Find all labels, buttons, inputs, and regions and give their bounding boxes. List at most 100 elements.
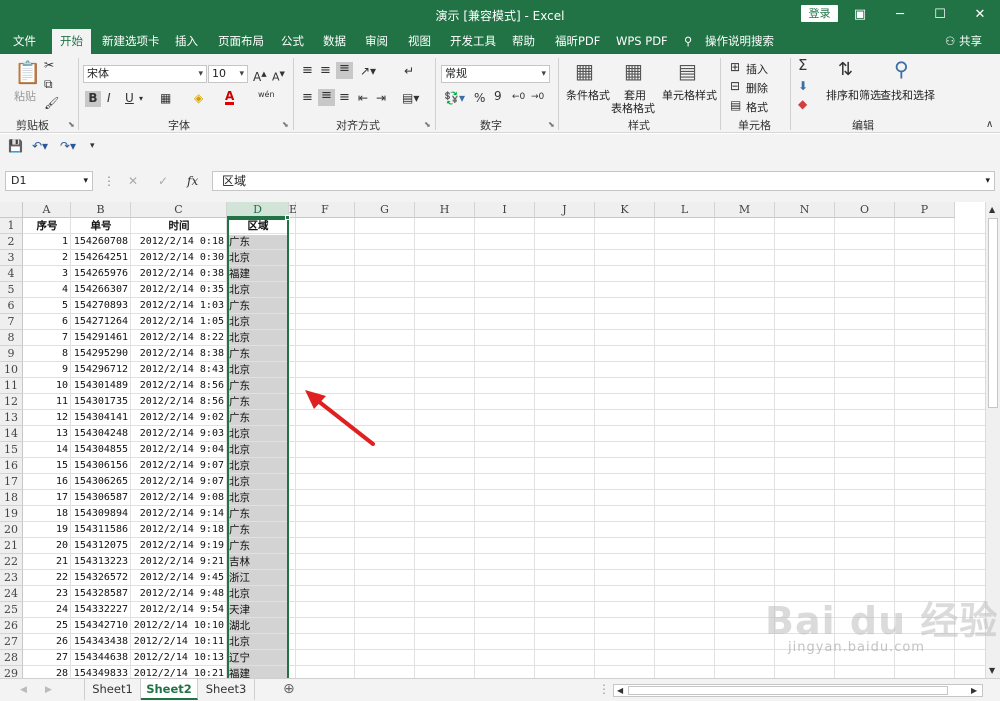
table-cell[interactable]: 2012/2/14 0:18	[131, 234, 227, 250]
table-cell[interactable]: 154342710	[71, 618, 131, 634]
font-launcher-icon[interactable]: ⬊	[282, 120, 289, 129]
insert-cells-button[interactable]: 插入	[746, 61, 768, 77]
row-header[interactable]: 18	[0, 490, 23, 506]
table-cell[interactable]: 23	[23, 586, 71, 602]
table-cell[interactable]: 2012/2/14 9:54	[131, 602, 227, 618]
table-cell[interactable]: 2012/2/14 1:05	[131, 314, 227, 330]
table-cell[interactable]: 21	[23, 554, 71, 570]
table-header-cell[interactable]: 单号	[71, 218, 131, 234]
table-cell[interactable]: 154311586	[71, 522, 131, 538]
find-select-icon[interactable]: ⚲	[894, 58, 909, 80]
row-header[interactable]: 19	[0, 506, 23, 522]
table-cell[interactable]: 22	[23, 570, 71, 586]
table-cell[interactable]: 2012/2/14 1:03	[131, 298, 227, 314]
row-header[interactable]: 15	[0, 442, 23, 458]
column-header-d[interactable]: D	[227, 202, 289, 218]
column-header-a[interactable]: A	[23, 202, 71, 218]
fill-icon[interactable]: ⬇	[798, 79, 808, 93]
row-header[interactable]: 14	[0, 426, 23, 442]
column-header-g[interactable]: G	[355, 202, 415, 218]
conditional-format-icon[interactable]: ▦	[575, 60, 594, 82]
scroll-down-icon[interactable]: ▼	[989, 664, 995, 678]
share-button[interactable]: ⚇ 共享	[945, 29, 982, 54]
merge-cells-icon[interactable]: ▤▾	[402, 91, 419, 105]
table-cell[interactable]: 154295290	[71, 346, 131, 362]
table-cell[interactable]: 26	[23, 634, 71, 650]
row-header[interactable]: 12	[0, 394, 23, 410]
table-cell[interactable]: 154343438	[71, 634, 131, 650]
scroll-up-icon[interactable]: ▲	[989, 203, 995, 217]
table-cell[interactable]: 154332227	[71, 602, 131, 618]
insert-function-icon[interactable]: fx	[187, 174, 198, 188]
table-cell[interactable]: 2012/2/14 8:43	[131, 362, 227, 378]
horizontal-scrollbar[interactable]: ◀ ▶	[613, 684, 983, 697]
cut-icon[interactable]: ✂	[44, 58, 54, 72]
cell-styles-button[interactable]: 单元格样式	[662, 87, 717, 103]
table-cell[interactable]: 5	[23, 298, 71, 314]
name-box[interactable]: D1 ▾	[5, 171, 93, 191]
row-header[interactable]: 13	[0, 410, 23, 426]
table-cell[interactable]: 2012/2/14 8:56	[131, 378, 227, 394]
table-cell[interactable]: 154260708	[71, 234, 131, 250]
table-cell[interactable]: 154270893	[71, 298, 131, 314]
horizontal-scroll-thumb[interactable]	[628, 686, 948, 695]
column-header-n[interactable]: N	[775, 202, 835, 218]
prev-sheet-icon[interactable]: ◀	[20, 683, 27, 697]
row-header[interactable]: 20	[0, 522, 23, 538]
table-cell[interactable]: 154296712	[71, 362, 131, 378]
table-cell[interactable]: 154265976	[71, 266, 131, 282]
row-header[interactable]: 10	[0, 362, 23, 378]
table-cell[interactable]: 24	[23, 602, 71, 618]
cell-styles-icon[interactable]: ▤	[678, 60, 697, 82]
find-select-button[interactable]: 查找和选择	[880, 87, 935, 103]
table-cell[interactable]: 2012/2/14 9:03	[131, 426, 227, 442]
table-cell[interactable]: 2012/2/14 8:56	[131, 394, 227, 410]
maximize-button[interactable]: ☐	[920, 0, 960, 29]
table-cell[interactable]: 154301735	[71, 394, 131, 410]
table-cell[interactable]: 154264251	[71, 250, 131, 266]
column-header-c[interactable]: C	[131, 202, 227, 218]
align-left-icon[interactable]: ≡	[302, 91, 313, 105]
table-cell[interactable]: 17	[23, 490, 71, 506]
customize-qat-icon[interactable]: ▾	[90, 139, 95, 153]
table-cell[interactable]: 2012/2/14 9:08	[131, 490, 227, 506]
close-button[interactable]: ✕	[960, 0, 1000, 29]
row-header[interactable]: 2	[0, 234, 23, 250]
table-cell[interactable]: 10	[23, 378, 71, 394]
tab-new[interactable]: 新建选项卡	[102, 29, 160, 54]
column-header-i[interactable]: I	[475, 202, 535, 218]
font-size-select[interactable]: 10 ▾	[208, 65, 248, 83]
table-cell[interactable]: 2012/2/14 8:22	[131, 330, 227, 346]
table-cell[interactable]: 2012/2/14 10:11	[131, 634, 227, 650]
accounting-format-icon[interactable]: 💱▾	[444, 91, 465, 105]
tab-page-layout[interactable]: 页面布局	[218, 29, 264, 54]
table-cell[interactable]: 154328587	[71, 586, 131, 602]
table-cell[interactable]: 154306156	[71, 458, 131, 474]
column-header-m[interactable]: M	[715, 202, 775, 218]
wrap-text-icon[interactable]: ↵	[404, 64, 414, 78]
table-cell[interactable]: 2012/2/14 9:45	[131, 570, 227, 586]
table-cell[interactable]: 18	[23, 506, 71, 522]
scroll-left-icon[interactable]: ◀	[617, 684, 623, 698]
table-cell[interactable]: 16	[23, 474, 71, 490]
copy-icon[interactable]: ⧉	[44, 77, 53, 91]
cancel-icon[interactable]: ✕	[128, 174, 138, 188]
redo-icon[interactable]: ↷▾	[60, 139, 76, 153]
sort-filter-icon[interactable]: ⇅	[838, 59, 853, 81]
align-right-icon[interactable]: ≡	[339, 91, 350, 105]
vertical-scroll-thumb[interactable]	[988, 218, 998, 408]
percent-button[interactable]: %	[474, 91, 485, 105]
table-cell[interactable]: 3	[23, 266, 71, 282]
table-cell[interactable]: 154271264	[71, 314, 131, 330]
row-header[interactable]: 8	[0, 330, 23, 346]
table-cell[interactable]: 154349833	[71, 666, 131, 678]
formula-input[interactable]: 区域 ▾	[212, 171, 995, 191]
sheet-tab-sheet3[interactable]: Sheet3	[198, 679, 255, 700]
table-cell[interactable]: 2012/2/14 0:30	[131, 250, 227, 266]
italic-button[interactable]: I	[107, 91, 111, 105]
chevron-down-icon[interactable]: ▾	[139, 92, 143, 106]
column-header-l[interactable]: L	[655, 202, 715, 218]
table-cell[interactable]: 154301489	[71, 378, 131, 394]
tab-file[interactable]: 文件	[13, 29, 36, 54]
column-header-p[interactable]: P	[895, 202, 955, 218]
